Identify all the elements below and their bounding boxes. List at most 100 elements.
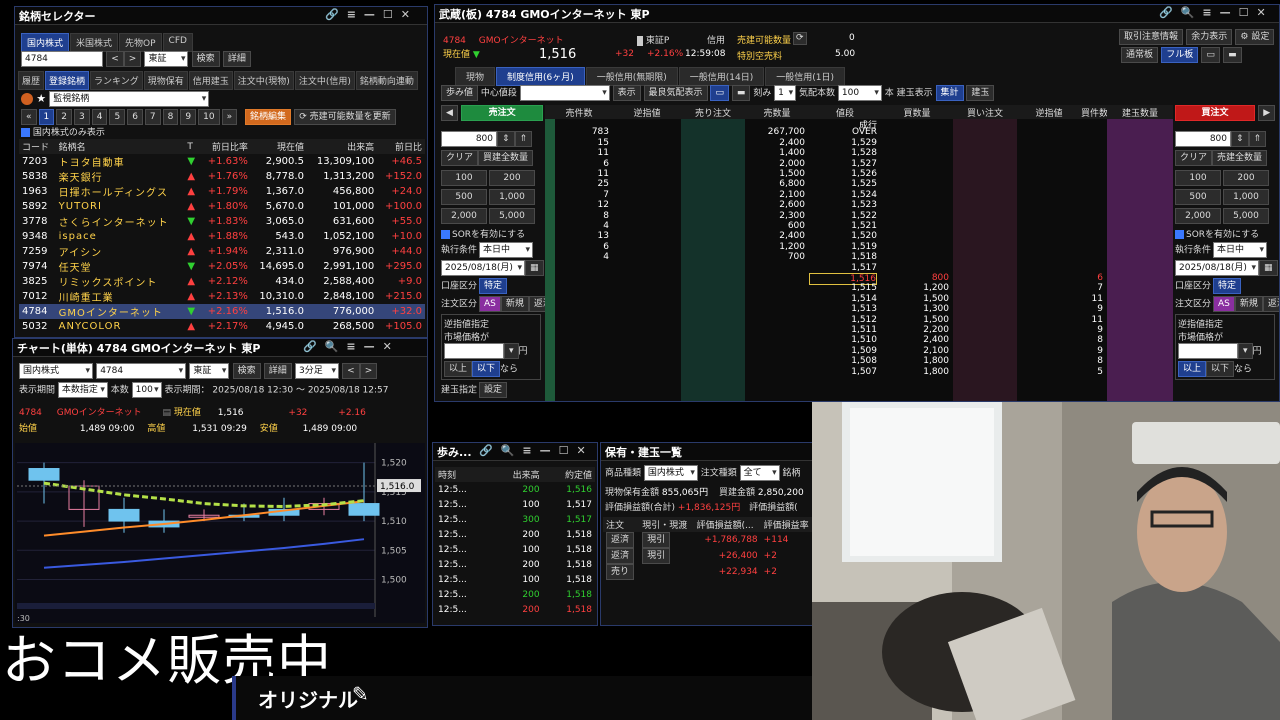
- page-button[interactable]: 2: [56, 109, 72, 125]
- book-row[interactable]: 6 2,000 1,527: [545, 159, 1173, 169]
- minimize-icon[interactable]: —: [364, 8, 375, 21]
- table-row[interactable]: 5892 YUTORI ▲ +1.80% 5,670.0 101,000 +100.0: [19, 199, 425, 214]
- sell-qty-preset[interactable]: 1,000: [489, 189, 535, 205]
- sell-qty-spinner[interactable]: ⇕: [497, 131, 515, 147]
- next-button[interactable]: >: [359, 363, 378, 379]
- buy-close-button[interactable]: 返済: [1262, 296, 1279, 312]
- sell-above-button[interactable]: 以上: [444, 361, 473, 377]
- buy-date-select[interactable]: 2025/08/18(月): [1175, 260, 1259, 276]
- selector-subtab[interactable]: 注文中(信用): [294, 71, 355, 90]
- buy-below-button[interactable]: 以下: [1206, 361, 1235, 377]
- buy-above-button[interactable]: 以上: [1178, 361, 1207, 377]
- table-row[interactable]: 5032 ANYCOLOR ▲ +2.17% 4,945.0 268,500 +105.0: [19, 319, 425, 334]
- build-set-button[interactable]: 設定: [479, 382, 508, 398]
- sell-all-qty-button[interactable]: 買建全数量: [478, 150, 534, 166]
- buy-exec-select[interactable]: 本日中: [1213, 242, 1268, 258]
- sell-qty-preset[interactable]: 500: [441, 189, 487, 205]
- close-icon[interactable]: ✕: [383, 340, 392, 353]
- book-row[interactable]: 1,507 1,800 5: [545, 367, 1173, 377]
- kind-select[interactable]: 国内株式: [643, 465, 698, 481]
- page-button[interactable]: 5: [109, 109, 126, 125]
- refresh-icon[interactable]: ⟳: [793, 32, 807, 45]
- sell-account-button[interactable]: 特定: [479, 278, 508, 294]
- column-header[interactable]: 銘柄名: [56, 139, 185, 154]
- column-header[interactable]: 出来高: [307, 139, 377, 154]
- detail-button[interactable]: 詳細: [222, 51, 251, 67]
- buy-as-button[interactable]: AS: [1213, 296, 1235, 312]
- link-icon[interactable]: 🔗: [479, 444, 493, 457]
- minimize-icon[interactable]: —: [364, 340, 375, 353]
- menu-icon[interactable]: ≡: [347, 8, 356, 21]
- search-icon[interactable]: 🔍: [325, 340, 339, 353]
- column-header[interactable]: 前日比: [377, 139, 425, 154]
- close-icon[interactable]: ✕: [577, 444, 586, 457]
- book-row[interactable]: 25 6,800 1,525: [545, 179, 1173, 189]
- display-button[interactable]: 表示: [612, 85, 641, 101]
- credit-tab[interactable]: 一般信用(14日): [678, 67, 765, 86]
- buy-qty-preset[interactable]: 500: [1175, 189, 1221, 205]
- page-button[interactable]: 7: [144, 109, 161, 125]
- sell-exec-select[interactable]: 本日中: [479, 242, 534, 258]
- chart-detail-button[interactable]: 詳細: [263, 363, 292, 379]
- page-button[interactable]: 8: [162, 109, 179, 125]
- book-row[interactable]: 13 2,400 1,520: [545, 231, 1173, 241]
- build-button[interactable]: 建玉: [966, 85, 995, 101]
- buy-qty-input[interactable]: 800: [1175, 131, 1231, 147]
- collapse-right-icon[interactable]: ▶: [1258, 105, 1276, 121]
- book-row[interactable]: 1,512 1,500 11: [545, 315, 1173, 325]
- selector-subtab[interactable]: 信用建玉: [188, 71, 233, 90]
- collapse-left-icon[interactable]: ◀: [441, 105, 458, 121]
- buy-qty-preset[interactable]: 1,000: [1223, 189, 1269, 205]
- book-row[interactable]: 1,511 2,200 9: [545, 325, 1173, 335]
- selector-subtab[interactable]: 注文中(現物): [233, 71, 294, 90]
- minimize-icon[interactable]: —: [1220, 6, 1231, 19]
- sell-sor-checkbox[interactable]: [441, 230, 450, 239]
- delivery-button[interactable]: 現引: [642, 548, 671, 564]
- maximize-icon[interactable]: ☐: [559, 444, 569, 457]
- buy-account-button[interactable]: 特定: [1213, 278, 1242, 294]
- margin-display-button[interactable]: 余力表示: [1186, 29, 1233, 45]
- update-sellable-button[interactable]: ⟳ 売建可能数量を更新: [294, 109, 396, 125]
- position-row[interactable]: 返済 現引 +26,400 +2: [603, 548, 813, 564]
- buy-qty-up[interactable]: ⇑: [1248, 131, 1267, 147]
- table-row[interactable]: 5838 楽天銀行 ▲ +1.76% 8,778.0 1,313,200 +152.0: [19, 169, 425, 184]
- layout-icon[interactable]: ▭: [1201, 47, 1220, 63]
- minimize-icon[interactable]: —: [540, 444, 551, 457]
- total-button[interactable]: 集計: [935, 85, 964, 101]
- book-row[interactable]: 8 2,300 1,522: [545, 211, 1173, 221]
- caution-info-button[interactable]: 取引注意情報: [1119, 29, 1184, 45]
- book-row[interactable]: 12 2,600 1,523: [545, 200, 1173, 210]
- maximize-icon[interactable]: ☐: [1239, 6, 1249, 19]
- best-quote-button[interactable]: 最良気配表示: [643, 85, 708, 101]
- bars-select[interactable]: 100: [131, 382, 162, 398]
- page-button[interactable]: 1: [38, 109, 55, 125]
- asset-tab[interactable]: 国内株式: [21, 33, 70, 52]
- buy-trigger-input[interactable]: [1178, 343, 1238, 359]
- chart-search-button[interactable]: 検索: [232, 363, 261, 379]
- book-row[interactable]: 1,515 1,200 7: [545, 283, 1173, 293]
- buy-qty-preset[interactable]: 100: [1175, 170, 1221, 186]
- settings-button[interactable]: ⚙ 設定: [1235, 29, 1275, 45]
- page-button[interactable]: 9: [180, 109, 197, 125]
- selector-subtab[interactable]: ランキング: [90, 71, 143, 90]
- sell-qty-preset[interactable]: 200: [489, 170, 535, 186]
- center-select[interactable]: [519, 85, 610, 101]
- layout2-icon[interactable]: ▬: [1223, 47, 1242, 63]
- position-row[interactable]: 売り +22,934 +2: [603, 564, 813, 580]
- table-row[interactable]: 9348 ispace ▲ +1.88% 543.0 1,052,100 +10.0: [19, 229, 425, 244]
- column-header[interactable]: 現在値: [251, 139, 307, 154]
- buy-qty-preset[interactable]: 2,000: [1175, 208, 1221, 224]
- buy-trigger-spinner[interactable]: ▾: [1238, 343, 1253, 359]
- link-icon[interactable]: 🔗: [1159, 6, 1173, 19]
- book-row[interactable]: 6 1,200 1,519: [545, 242, 1173, 252]
- page-button[interactable]: 3: [73, 109, 90, 125]
- page-last-button[interactable]: »: [221, 109, 238, 125]
- gear-icon[interactable]: [21, 93, 33, 105]
- menu-icon[interactable]: ≡: [522, 444, 531, 457]
- table-row[interactable]: 1963 日揮ホールディングス ▲ +1.79% 1,367.0 456,800 +24.0: [19, 184, 425, 199]
- prev-button[interactable]: <: [342, 363, 360, 379]
- sell-qty-up[interactable]: ⇑: [514, 131, 533, 147]
- sell-below-button[interactable]: 以下: [472, 361, 501, 377]
- maximize-icon[interactable]: ☐: [383, 8, 393, 21]
- delivery-button[interactable]: 現引: [642, 532, 671, 548]
